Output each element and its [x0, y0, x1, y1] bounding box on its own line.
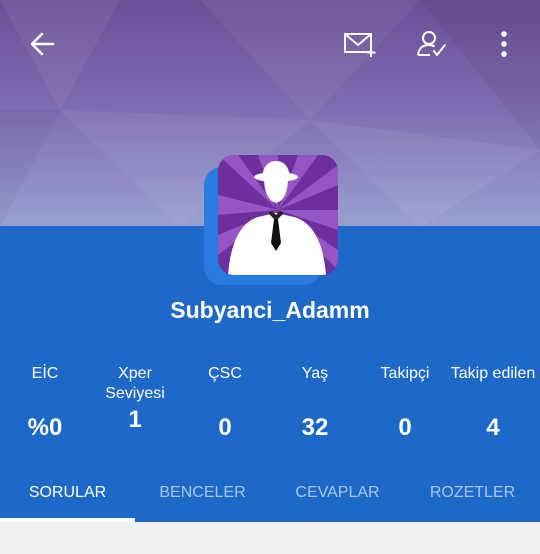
arrow-left-icon: [30, 32, 55, 56]
profile-avatar[interactable]: [204, 155, 338, 289]
stat-value: 0: [398, 414, 412, 441]
stat-xper-level[interactable]: Xper Seviyesi 1: [90, 364, 180, 434]
back-button[interactable]: [22, 24, 62, 64]
tab-content: [0, 522, 540, 554]
stat-csc[interactable]: ÇSC 0: [180, 364, 270, 442]
stat-followers[interactable]: Takipçi 0: [360, 364, 450, 442]
stat-value: %0: [27, 414, 63, 441]
tab-rozetler[interactable]: ROZETLER: [405, 470, 540, 516]
mail-plus-icon: [344, 33, 376, 57]
stat-label: Takip edilen: [450, 365, 536, 382]
tab-cevaplar[interactable]: CEVAPLAR: [270, 470, 405, 516]
stat-label: Takipçi: [380, 365, 430, 382]
stat-eic[interactable]: EİC %0: [0, 364, 90, 442]
stat-value: 0: [218, 414, 232, 441]
tab-sorular[interactable]: SORULAR: [0, 470, 135, 516]
stat-label: Yaş: [301, 365, 329, 382]
stat-label: Xper Seviyesi: [105, 365, 165, 402]
stat-following[interactable]: Takip edilen 4: [446, 364, 540, 442]
more-options-button[interactable]: [484, 24, 524, 64]
stat-age[interactable]: Yaş 32: [270, 364, 360, 442]
anonymous-man-silhouette-icon: [218, 155, 338, 275]
send-message-button[interactable]: [340, 24, 380, 64]
stat-value: 4: [486, 414, 500, 441]
avatar: [218, 155, 338, 275]
stat-label: ÇSC: [208, 365, 242, 382]
profile-username: Subyanci_Adamm: [170, 297, 370, 323]
stat-label: EİC: [31, 365, 59, 382]
user-check-icon: [417, 31, 446, 57]
more-vertical-icon: [501, 31, 507, 57]
stat-value: 32: [301, 414, 329, 441]
profile-tabs: SORULAR BENCELER CEVAPLAR ROZETLER: [0, 470, 540, 522]
tab-benceler[interactable]: BENCELER: [135, 470, 270, 516]
stat-value: 1: [128, 406, 142, 433]
follow-button[interactable]: [412, 24, 452, 64]
